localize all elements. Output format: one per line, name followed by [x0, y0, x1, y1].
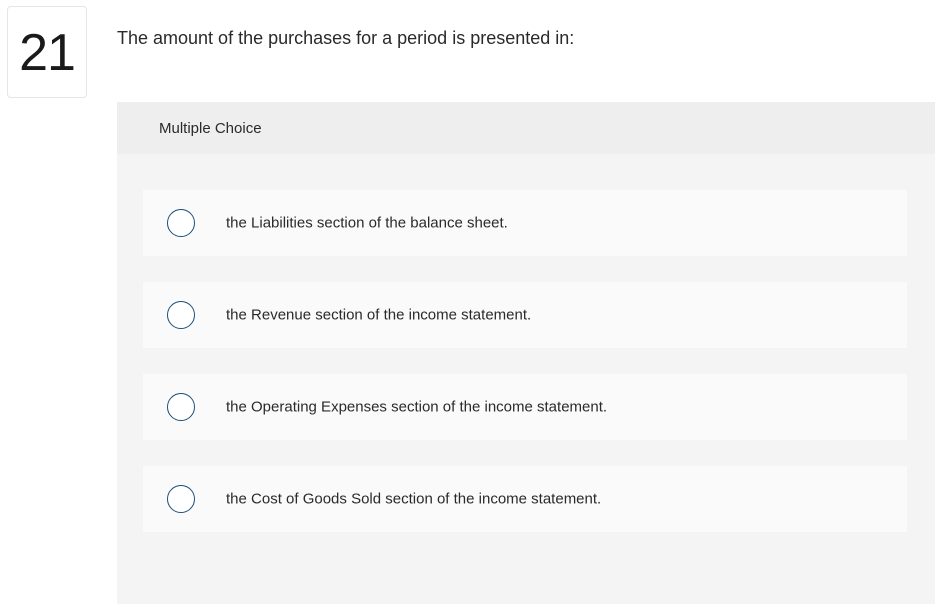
radio-button-icon[interactable] [167, 209, 195, 237]
multiple-choice-panel: Multiple Choice the Liabilities section … [117, 102, 935, 604]
answer-option-label: the Operating Expenses section of the in… [226, 398, 608, 416]
radio-button-icon[interactable] [167, 393, 195, 421]
question-number: 21 [19, 24, 76, 82]
choice-header: Multiple Choice [117, 102, 935, 154]
answer-option-3[interactable]: the Operating Expenses section of the in… [143, 374, 907, 440]
radio-button-icon[interactable] [167, 301, 195, 329]
question-number-box: 21 [7, 6, 87, 98]
answer-option-label: the Revenue section of the income statem… [226, 306, 532, 324]
answer-option-label: the Cost of Goods Sold section of the in… [226, 490, 602, 508]
answer-option-1[interactable]: the Liabilities section of the balance s… [143, 190, 907, 256]
quiz-page: 21 The amount of the purchases for a per… [0, 0, 940, 604]
answer-option-2[interactable]: the Revenue section of the income statem… [143, 282, 907, 348]
answer-option-label: the Liabilities section of the balance s… [226, 214, 508, 232]
answer-option-4[interactable]: the Cost of Goods Sold section of the in… [143, 466, 907, 532]
radio-button-icon[interactable] [167, 485, 195, 513]
choice-type-label: Multiple Choice [159, 119, 262, 137]
question-prompt: The amount of the purchases for a period… [117, 28, 575, 48]
